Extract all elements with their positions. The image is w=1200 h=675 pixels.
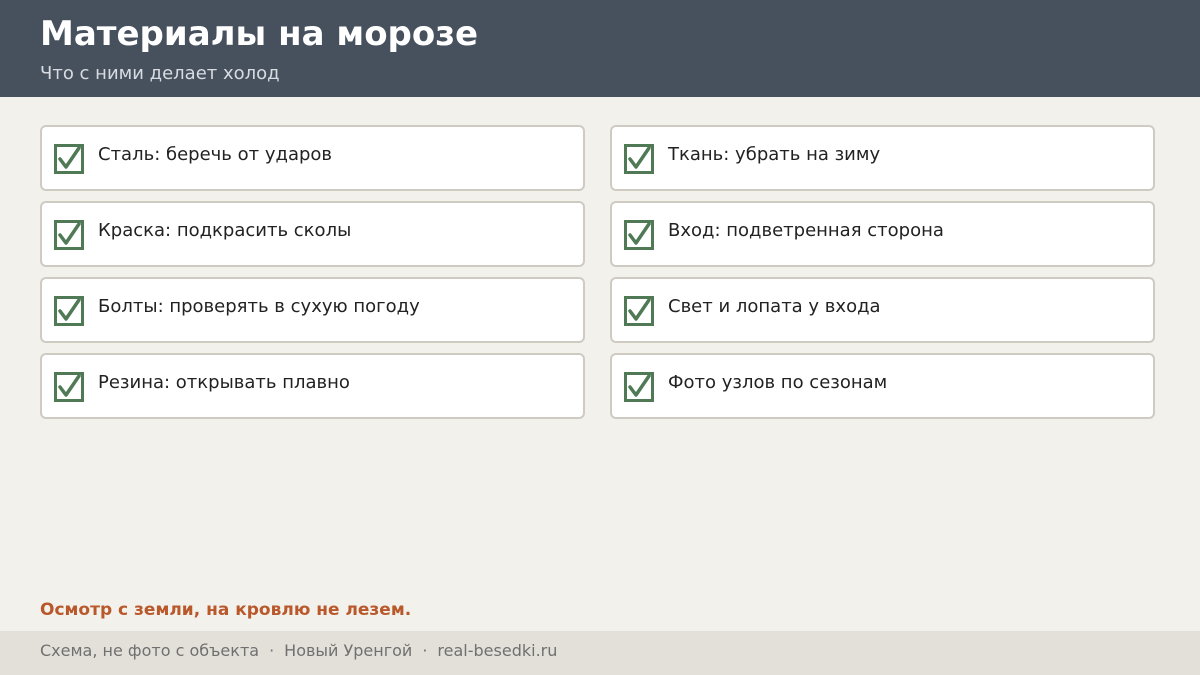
header: Материалы на морозе Что с ними делает хо…	[0, 0, 1200, 97]
safety-note: Осмотр с земли, на кровлю не лезем.	[40, 600, 412, 620]
footer: Схема, не фото с объекта · Новый Уренгой · r…	[0, 631, 1200, 675]
checklist-item-label: Фото узлов по сезонам	[668, 372, 888, 393]
footer-separator: ·	[269, 641, 275, 660]
checklist-item-label: Ткань: убрать на зиму	[668, 144, 881, 165]
checkbox-checked-icon[interactable]	[54, 144, 84, 174]
checkbox-checked-icon[interactable]	[54, 220, 84, 250]
checklist-item[interactable]: Ткань: убрать на зиму	[610, 125, 1155, 191]
footer-separator: ·	[422, 641, 428, 660]
page-subtitle: Что с ними делает холод	[40, 63, 280, 84]
checklist-item-label: Болты: проверять в сухую погоду	[98, 296, 420, 317]
checkbox-checked-icon[interactable]	[54, 372, 84, 402]
checklist-left-column: Сталь: беречь от ударов Краска: подкраси…	[40, 125, 585, 429]
checkbox-checked-icon[interactable]	[624, 144, 654, 174]
checklist-item[interactable]: Свет и лопата у входа	[610, 277, 1155, 343]
footer-city: Новый Уренгой	[284, 641, 413, 660]
checklist-item[interactable]: Вход: подветренная сторона	[610, 201, 1155, 267]
checkbox-checked-icon[interactable]	[624, 220, 654, 250]
checklist-item-label: Свет и лопата у входа	[668, 296, 881, 317]
checklist-item-label: Краска: подкрасить сколы	[98, 220, 352, 241]
checklist-item-label: Сталь: беречь от ударов	[98, 144, 333, 165]
checkbox-checked-icon[interactable]	[624, 296, 654, 326]
checklist-item-label: Резина: открывать плавно	[98, 372, 350, 393]
checklist-item[interactable]: Резина: открывать плавно	[40, 353, 585, 419]
checkbox-checked-icon[interactable]	[54, 296, 84, 326]
checklist-item[interactable]: Фото узлов по сезонам	[610, 353, 1155, 419]
checklist-item[interactable]: Краска: подкрасить сколы	[40, 201, 585, 267]
checklist-item[interactable]: Болты: проверять в сухую погоду	[40, 277, 585, 343]
checkbox-checked-icon[interactable]	[624, 372, 654, 402]
footer-site-link[interactable]: real-besedki.ru	[437, 641, 557, 660]
checklist-item[interactable]: Сталь: беречь от ударов	[40, 125, 585, 191]
checklist-right-column: Ткань: убрать на зиму Вход: подветренная…	[610, 125, 1155, 429]
checklist-item-label: Вход: подветренная сторона	[668, 220, 944, 241]
footer-disclaimer: Схема, не фото с объекта	[40, 641, 260, 660]
page-title: Материалы на морозе	[40, 14, 479, 54]
footer-text: Схема, не фото с объекта · Новый Уренгой · r…	[40, 641, 557, 660]
